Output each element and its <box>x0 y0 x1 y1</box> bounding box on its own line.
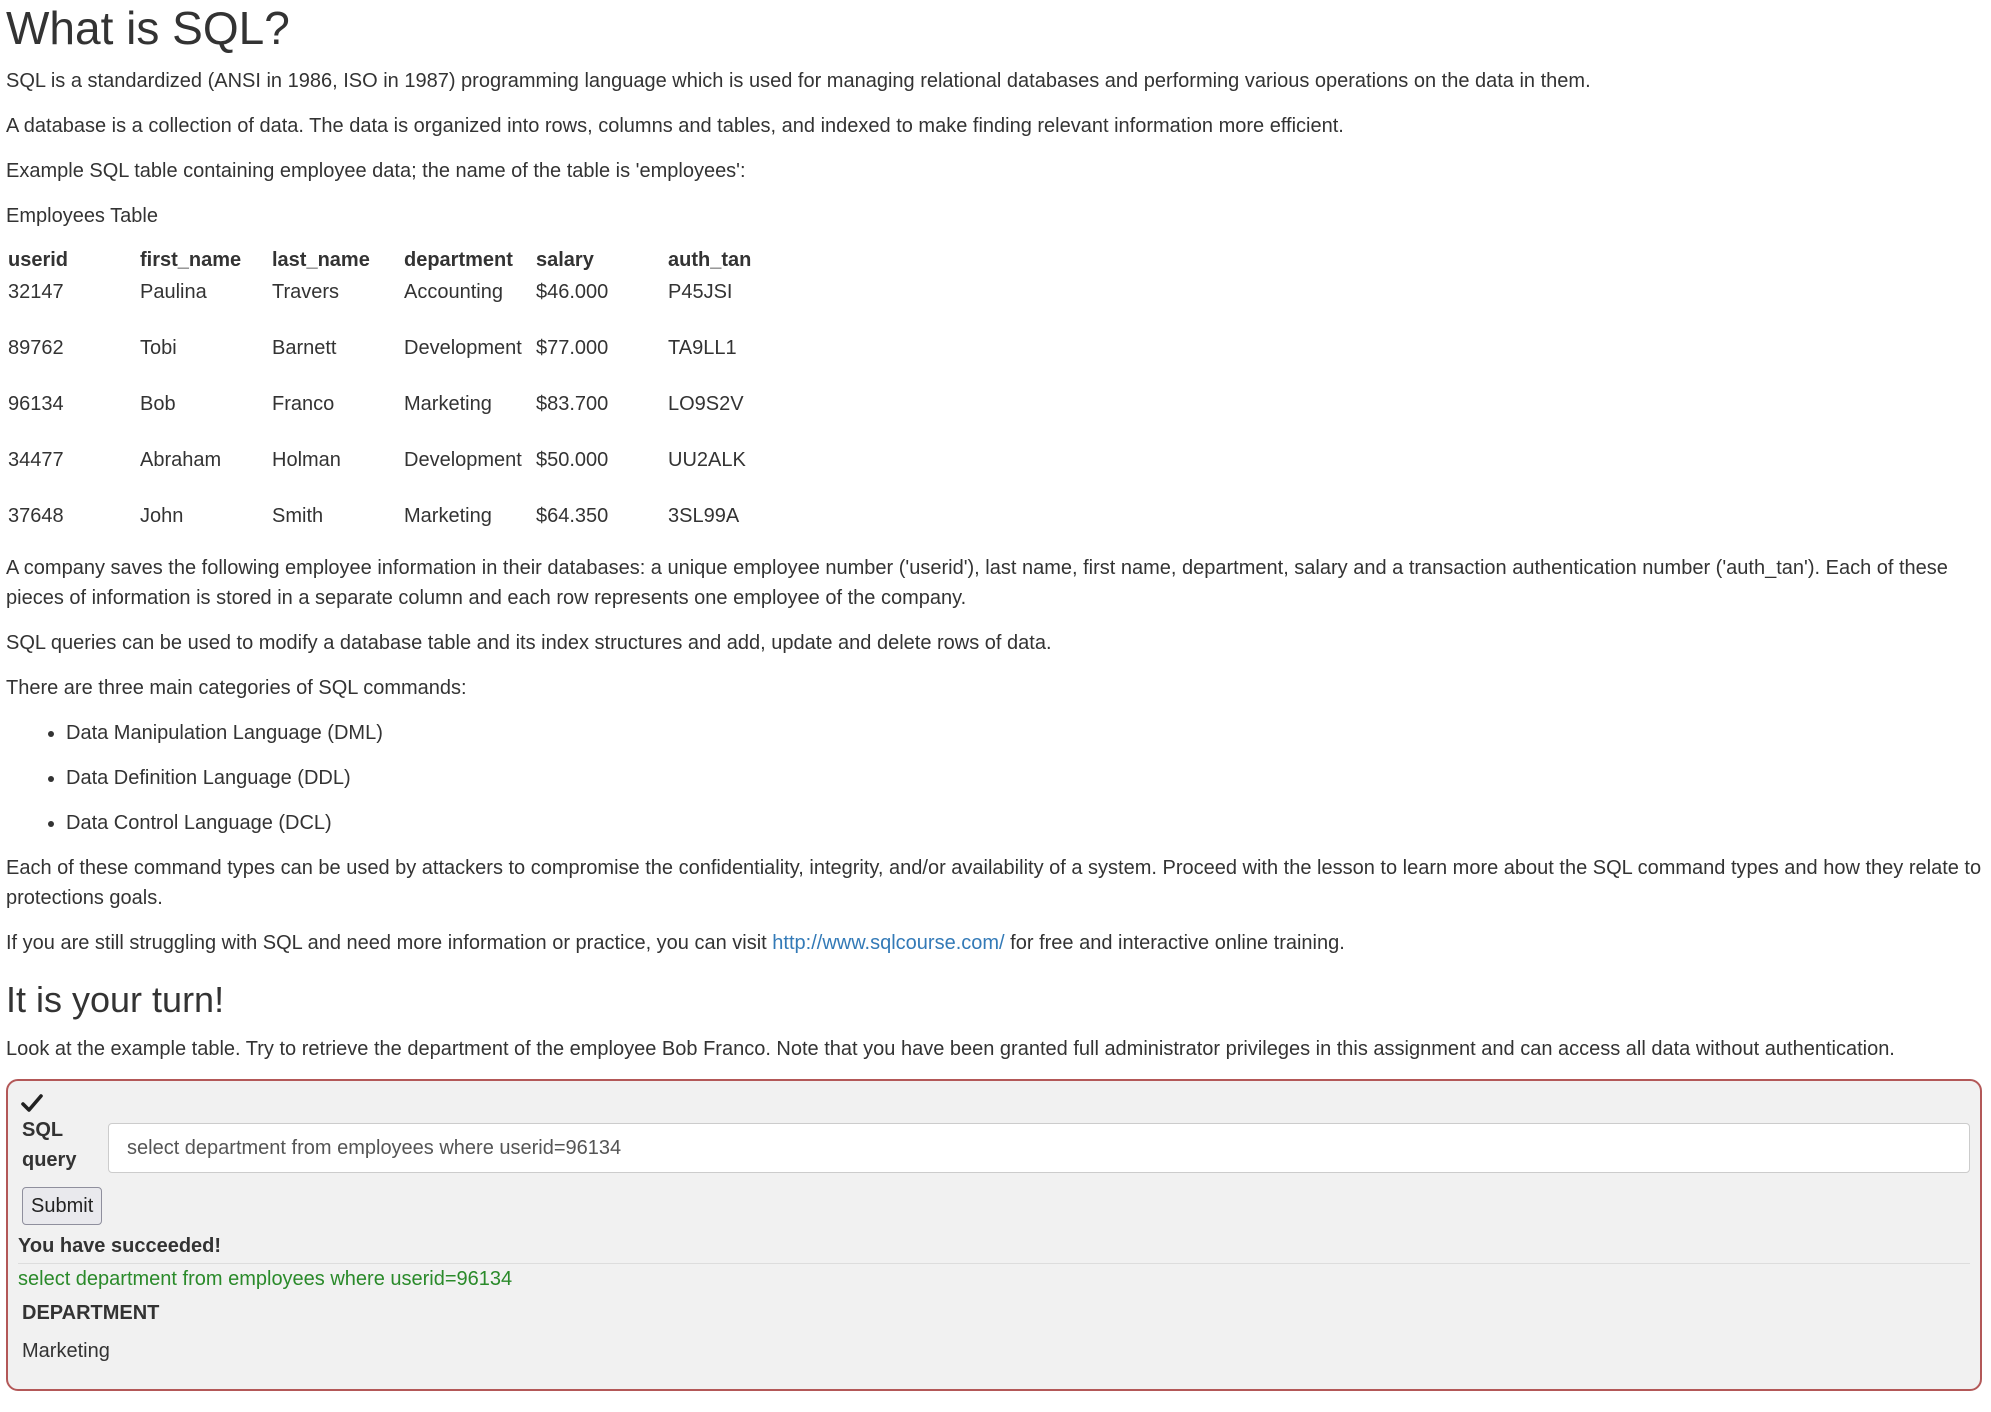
table-row: 32147 Paulina Travers Accounting $46.000… <box>4 275 796 331</box>
cell-salary: $64.350 <box>536 505 609 527</box>
cell-salary: $46.000 <box>536 281 609 303</box>
sql-query-label-line1: SQL <box>22 1119 64 1141</box>
lesson-page: What is SQL? SQL is a standardized (ANSI… <box>6 0 1986 1391</box>
query-form-row: SQL query <box>18 1115 1970 1175</box>
sql-query-input[interactable] <box>108 1123 1970 1173</box>
cell-auth-tan: TA9LL1 <box>668 337 737 359</box>
column-header-userid: userid <box>8 249 69 271</box>
paragraph-company-info: A company saves the following employee i… <box>6 557 1948 609</box>
employees-table-header-row: userid first_name last_name department s… <box>4 241 796 275</box>
table-row: 34477 Abraham Holman Development $50.000… <box>4 443 796 499</box>
table-row: 37648 John Smith Marketing $64.350 3SL99… <box>4 499 796 545</box>
cell-last-name: Barnett <box>272 337 337 359</box>
sql-query-label-line2: query <box>22 1149 77 1171</box>
cell-department: Marketing <box>404 393 492 415</box>
cell-first-name: John <box>140 505 184 527</box>
column-header-auth-tan: auth_tan <box>668 249 752 271</box>
cell-last-name: Holman <box>272 449 341 471</box>
result-table: DEPARTMENT Marketing <box>18 1298 163 1372</box>
cell-salary: $77.000 <box>536 337 609 359</box>
paragraph-categories-intro: There are three main categories of SQL c… <box>6 677 467 699</box>
more-info-text-after: for free and interactive online training… <box>1004 932 1345 954</box>
column-header-salary: salary <box>536 249 594 271</box>
cell-auth-tan: P45JSI <box>668 281 733 303</box>
cell-department: Accounting <box>404 281 503 303</box>
cell-department: Marketing <box>404 505 492 527</box>
more-info-text-before: If you are still struggling with SQL and… <box>6 932 773 954</box>
intro-paragraph-example: Example SQL table containing employee da… <box>6 160 746 182</box>
cell-userid: 32147 <box>8 281 64 303</box>
sql-command-categories-list: Data Manipulation Language (DML) Data De… <box>6 718 1986 838</box>
assignment-panel: SQL query Submit You have succeeded! sel… <box>6 1079 1982 1391</box>
page-title: What is SQL? <box>6 2 290 54</box>
your-turn-heading: It is your turn! <box>6 979 225 1020</box>
cell-last-name: Franco <box>272 393 335 415</box>
cell-salary: $83.700 <box>536 393 609 415</box>
cell-userid: 96134 <box>8 393 64 415</box>
table-row: Marketing <box>18 1336 163 1372</box>
cell-userid: 34477 <box>8 449 64 471</box>
intro-paragraph-sql: SQL is a standardized (ANSI in 1986, ISO… <box>6 70 1591 92</box>
employees-table-caption: Employees Table <box>6 205 158 227</box>
paragraph-sql-queries: SQL queries can be used to modify a data… <box>6 632 1052 654</box>
cell-first-name: Tobi <box>140 337 177 359</box>
list-item: Data Control Language (DCL) <box>66 808 1986 838</box>
cell-first-name: Paulina <box>140 281 207 303</box>
cell-department: Development <box>404 337 522 359</box>
cell-auth-tan: UU2ALK <box>668 449 746 471</box>
cell-last-name: Smith <box>272 505 324 527</box>
cell-department: Development <box>404 449 522 471</box>
output-query-text: select department from employees where u… <box>18 1268 513 1290</box>
feedback-message: You have succeeded! <box>18 1235 222 1257</box>
column-header-first-name: first_name <box>140 249 242 271</box>
paragraph-attackers: Each of these command types can be used … <box>6 857 1982 909</box>
table-row: 89762 Tobi Barnett Development $77.000 T… <box>4 331 796 387</box>
submit-button[interactable]: Submit <box>22 1187 103 1225</box>
sqlcourse-link[interactable]: http://www.sqlcourse.com/ <box>772 932 1004 954</box>
column-header-last-name: last_name <box>272 249 370 271</box>
cell-salary: $50.000 <box>536 449 609 471</box>
sql-query-label: SQL query <box>18 1115 108 1175</box>
list-item: Data Definition Language (DDL) <box>66 763 1986 793</box>
assignment-instructions: Look at the example table. Try to retrie… <box>6 1038 1895 1060</box>
list-item: Data Manipulation Language (DML) <box>66 718 1986 748</box>
check-icon <box>21 1094 43 1112</box>
result-header-row: DEPARTMENT <box>18 1298 163 1336</box>
cell-last-name: Travers <box>272 281 340 303</box>
intro-paragraph-database: A database is a collection of data. The … <box>6 115 1344 137</box>
paragraph-more-info: If you are still struggling with SQL and… <box>6 928 1986 958</box>
cell-userid: 89762 <box>8 337 64 359</box>
cell-first-name: Abraham <box>140 449 222 471</box>
cell-auth-tan: 3SL99A <box>668 505 740 527</box>
table-row: 96134 Bob Franco Marketing $83.700 LO9S2… <box>4 387 796 443</box>
column-header-department: department <box>404 249 513 271</box>
result-column-header-department: DEPARTMENT <box>22 1302 160 1324</box>
result-cell-department: Marketing <box>22 1340 110 1362</box>
employees-table: userid first_name last_name department s… <box>4 241 796 545</box>
cell-first-name: Bob <box>140 393 176 415</box>
cell-userid: 37648 <box>8 505 64 527</box>
query-output: select department from employees where u… <box>18 1263 1970 1372</box>
cell-auth-tan: LO9S2V <box>668 393 744 415</box>
